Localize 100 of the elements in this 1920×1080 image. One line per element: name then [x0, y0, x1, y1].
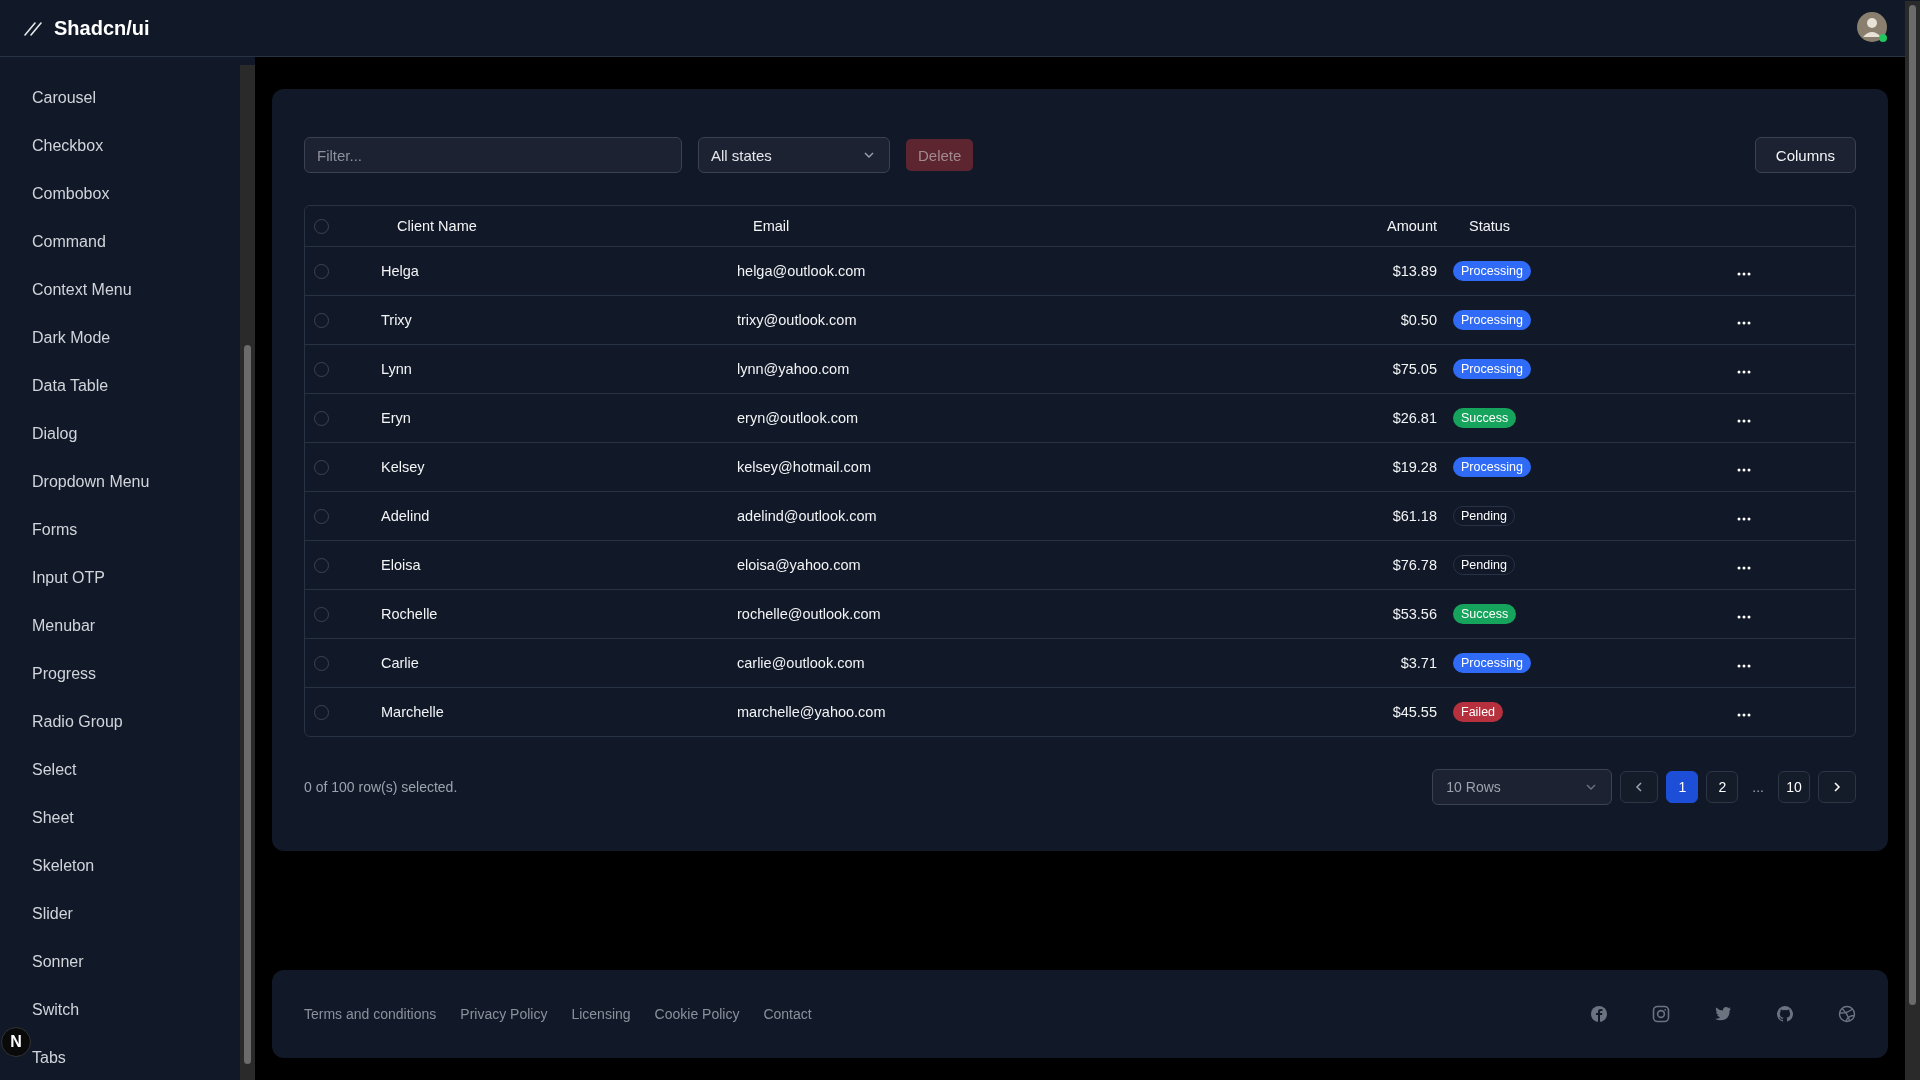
column-header[interactable]: Status	[1469, 218, 1511, 234]
column-header[interactable]: Client Name	[397, 218, 477, 234]
table-cell: kelsey@hotmail.com	[737, 459, 871, 475]
bird-icon[interactable]	[1714, 1006, 1732, 1022]
table-cell: marchelle@yahoo.com	[737, 704, 886, 720]
chevron-left-icon	[1635, 781, 1644, 793]
table-cell: helga@outlook.com	[737, 263, 866, 279]
sidebar-item[interactable]: Carousel	[32, 86, 97, 110]
sidebar-item[interactable]: Input OTP	[32, 566, 105, 590]
scrollbar[interactable]	[240, 65, 255, 1080]
slashes-icon	[24, 20, 42, 36]
table-cell: lynn@yahoo.com	[737, 361, 850, 377]
sidebar-item[interactable]: Sonner	[32, 950, 84, 974]
status-badge: Processing	[1453, 653, 1531, 673]
sidebar-item[interactable]: Checkbox	[32, 134, 104, 158]
chevron-right-icon	[1833, 781, 1841, 793]
footer-link[interactable]: Contact	[763, 1006, 812, 1022]
status-badge: Processing	[1453, 261, 1531, 281]
sidebar-item[interactable]: Context Menu	[32, 278, 132, 302]
table-cell: Carlie	[381, 655, 419, 671]
table-cell: $13.89	[1392, 263, 1437, 279]
footer-link[interactable]: Privacy Policy	[460, 1006, 548, 1022]
avatar-icon[interactable]	[1856, 11, 1890, 45]
table-cell: eloisa@yahoo.com	[737, 557, 861, 573]
table-cell: Eloisa	[381, 557, 421, 573]
more-icon[interactable]	[1737, 566, 1751, 570]
sidebar-item[interactable]: Dropdown Menu	[32, 470, 150, 494]
columns-button[interactable]: Columns	[1754, 137, 1856, 173]
table-cell: carlie@outlook.com	[737, 655, 865, 671]
sidebar-item[interactable]: Combobox	[32, 182, 110, 206]
table-cell: Trixy	[381, 312, 412, 328]
table-cell: $76.78	[1392, 557, 1437, 573]
filter-field[interactable]: Filter...	[304, 137, 682, 173]
more-icon[interactable]	[1737, 517, 1751, 521]
sidebar-item[interactable]: Data Table	[32, 374, 109, 398]
table-cell: Lynn	[381, 361, 412, 377]
table-cell: $19.28	[1392, 459, 1437, 475]
more-icon[interactable]	[1737, 321, 1751, 325]
table-cell: Rochelle	[381, 606, 438, 622]
table-cell: $61.18	[1392, 508, 1437, 524]
sidebar-item[interactable]: Dark Mode	[32, 326, 111, 350]
footer-link[interactable]: Cookie Policy	[654, 1006, 740, 1022]
page-button[interactable]: 1	[1666, 771, 1699, 803]
chevron-down-icon	[1585, 783, 1598, 791]
status-badge: Success	[1453, 604, 1517, 624]
sidebar-item[interactable]: Progress	[32, 662, 97, 686]
sidebar-item[interactable]: Menubar	[32, 614, 96, 638]
table-cell: rochelle@outlook.com	[737, 606, 881, 622]
more-icon[interactable]	[1737, 664, 1751, 668]
more-icon[interactable]	[1737, 468, 1751, 472]
app-title: Shadcn/ui	[54, 16, 150, 40]
scrollbar[interactable]	[1905, 1, 1920, 1080]
status-badge: Processing	[1453, 457, 1531, 477]
table-cell: eryn@outlook.com	[737, 410, 859, 426]
column-header[interactable]: Amount	[1387, 218, 1437, 234]
table-cell: Adelind	[381, 508, 430, 524]
sidebar-item[interactable]: Switch	[32, 998, 80, 1022]
rows-select[interactable]: 10 Rows	[1432, 769, 1613, 805]
page-button[interactable]: 10	[1778, 771, 1810, 803]
sidebar-item[interactable]: Slider	[32, 902, 73, 926]
sidebar-item[interactable]: Dialog	[32, 422, 78, 446]
more-icon[interactable]	[1737, 713, 1751, 717]
basketball-icon[interactable]	[1838, 1005, 1856, 1023]
more-icon[interactable]	[1737, 370, 1751, 374]
more-icon[interactable]	[1737, 615, 1751, 619]
table-cell: adelind@outlook.com	[737, 508, 877, 524]
sidebar-item[interactable]: Select	[32, 758, 77, 782]
table-cell: $53.56	[1392, 606, 1437, 622]
more-icon[interactable]	[1737, 419, 1751, 423]
more-icon[interactable]	[1737, 272, 1751, 276]
table-cell: $0.50	[1400, 312, 1437, 328]
table-cell: Marchelle	[381, 704, 444, 720]
github-icon[interactable]	[1776, 1005, 1794, 1023]
footer-link[interactable]: Licensing	[571, 1006, 631, 1022]
table-cell: $26.81	[1392, 410, 1437, 426]
column-header[interactable]: Email	[753, 218, 790, 234]
footer-link[interactable]: Terms and conditions	[304, 1006, 437, 1022]
instagram-icon[interactable]	[1652, 1005, 1670, 1023]
table-cell: Helga	[381, 263, 419, 279]
sidebar-item[interactable]: Radio Group	[32, 710, 123, 734]
status-badge: Success	[1453, 408, 1517, 428]
facebook-icon[interactable]	[1590, 1005, 1608, 1023]
selection-count: 0 of 100 row(s) selected.	[304, 779, 458, 795]
page-button[interactable]: 2	[1706, 771, 1739, 803]
status-badge: Processing	[1453, 359, 1531, 379]
status-badge: Processing	[1453, 310, 1531, 330]
table-cell: $3.71	[1400, 655, 1437, 671]
next-page-button[interactable]	[1818, 771, 1856, 803]
sidebar-item[interactable]: Forms	[32, 518, 78, 542]
sidebar-item[interactable]: Tabs	[32, 1046, 66, 1070]
table-cell: $75.05	[1392, 361, 1437, 377]
status-badge: Failed	[1453, 702, 1504, 722]
sidebar-item[interactable]: Command	[32, 230, 106, 254]
sidebar-item[interactable]: Skeleton	[32, 854, 95, 878]
chevron-down-icon	[863, 151, 875, 159]
table-cell: Kelsey	[381, 459, 425, 475]
page-ellipsis: ...	[1751, 779, 1765, 795]
sidebar-item[interactable]: Sheet	[32, 806, 74, 830]
n-badge[interactable]: N	[1, 1027, 31, 1057]
state-select[interactable]: All states	[698, 137, 890, 173]
